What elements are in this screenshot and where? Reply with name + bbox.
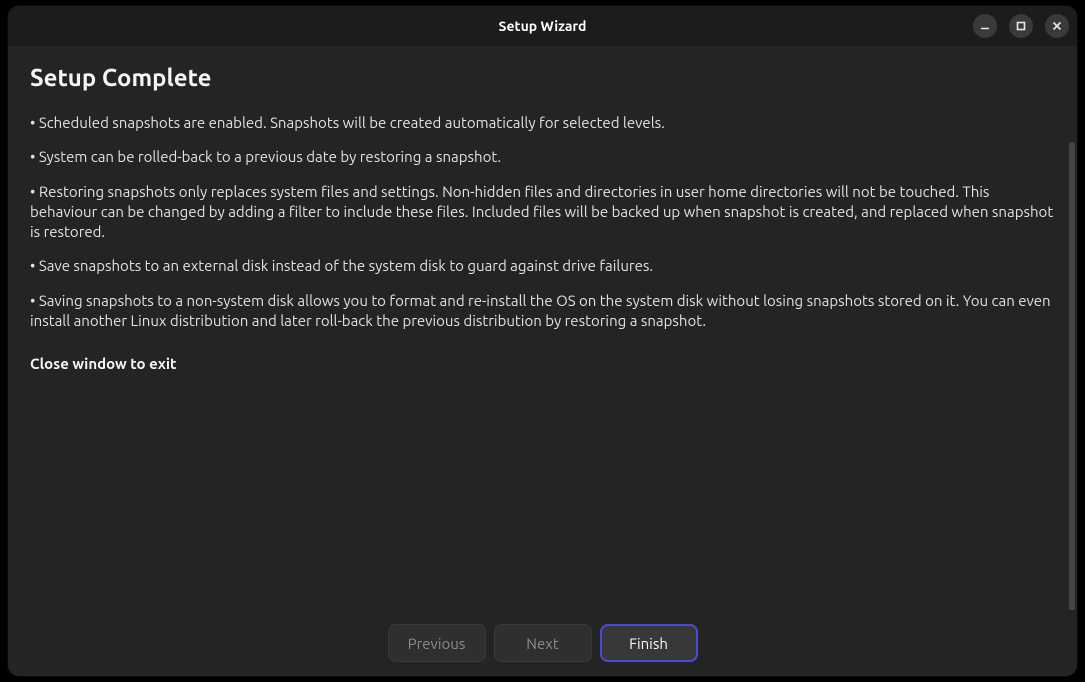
minimize-icon xyxy=(979,20,991,32)
maximize-icon xyxy=(1015,20,1027,32)
bullet-item: Scheduled snapshots are enabled. Snapsho… xyxy=(30,113,1055,133)
previous-button[interactable]: Previous xyxy=(388,624,486,662)
finish-button[interactable]: Finish xyxy=(600,624,698,662)
body-area: Setup Complete Scheduled snapshots are e… xyxy=(8,46,1077,676)
content-area: Setup Complete Scheduled snapshots are e… xyxy=(8,46,1077,610)
setup-wizard-window: Setup Wizard Setup Complete Scheduled sn… xyxy=(7,5,1078,677)
close-icon xyxy=(1051,20,1063,32)
window-title: Setup Wizard xyxy=(499,18,587,34)
close-button[interactable] xyxy=(1045,14,1069,38)
footer-nav: Previous Next Finish xyxy=(8,610,1077,676)
window-controls xyxy=(973,6,1069,46)
scrollbar[interactable] xyxy=(1069,142,1075,610)
bullet-item: System can be rolled-back to a previous … xyxy=(30,147,1055,167)
titlebar: Setup Wizard xyxy=(8,6,1077,46)
info-bullets: Scheduled snapshots are enabled. Snapsho… xyxy=(30,113,1055,331)
exit-note: Close window to exit xyxy=(30,355,1055,372)
page-heading: Setup Complete xyxy=(30,64,1055,91)
bullet-item: Save snapshots to an external disk inste… xyxy=(30,256,1055,276)
next-button[interactable]: Next xyxy=(494,624,592,662)
bullet-item: Restoring snapshots only replaces system… xyxy=(30,182,1055,243)
minimize-button[interactable] xyxy=(973,14,997,38)
bullet-item: Saving snapshots to a non-system disk al… xyxy=(30,291,1055,332)
maximize-button[interactable] xyxy=(1009,14,1033,38)
